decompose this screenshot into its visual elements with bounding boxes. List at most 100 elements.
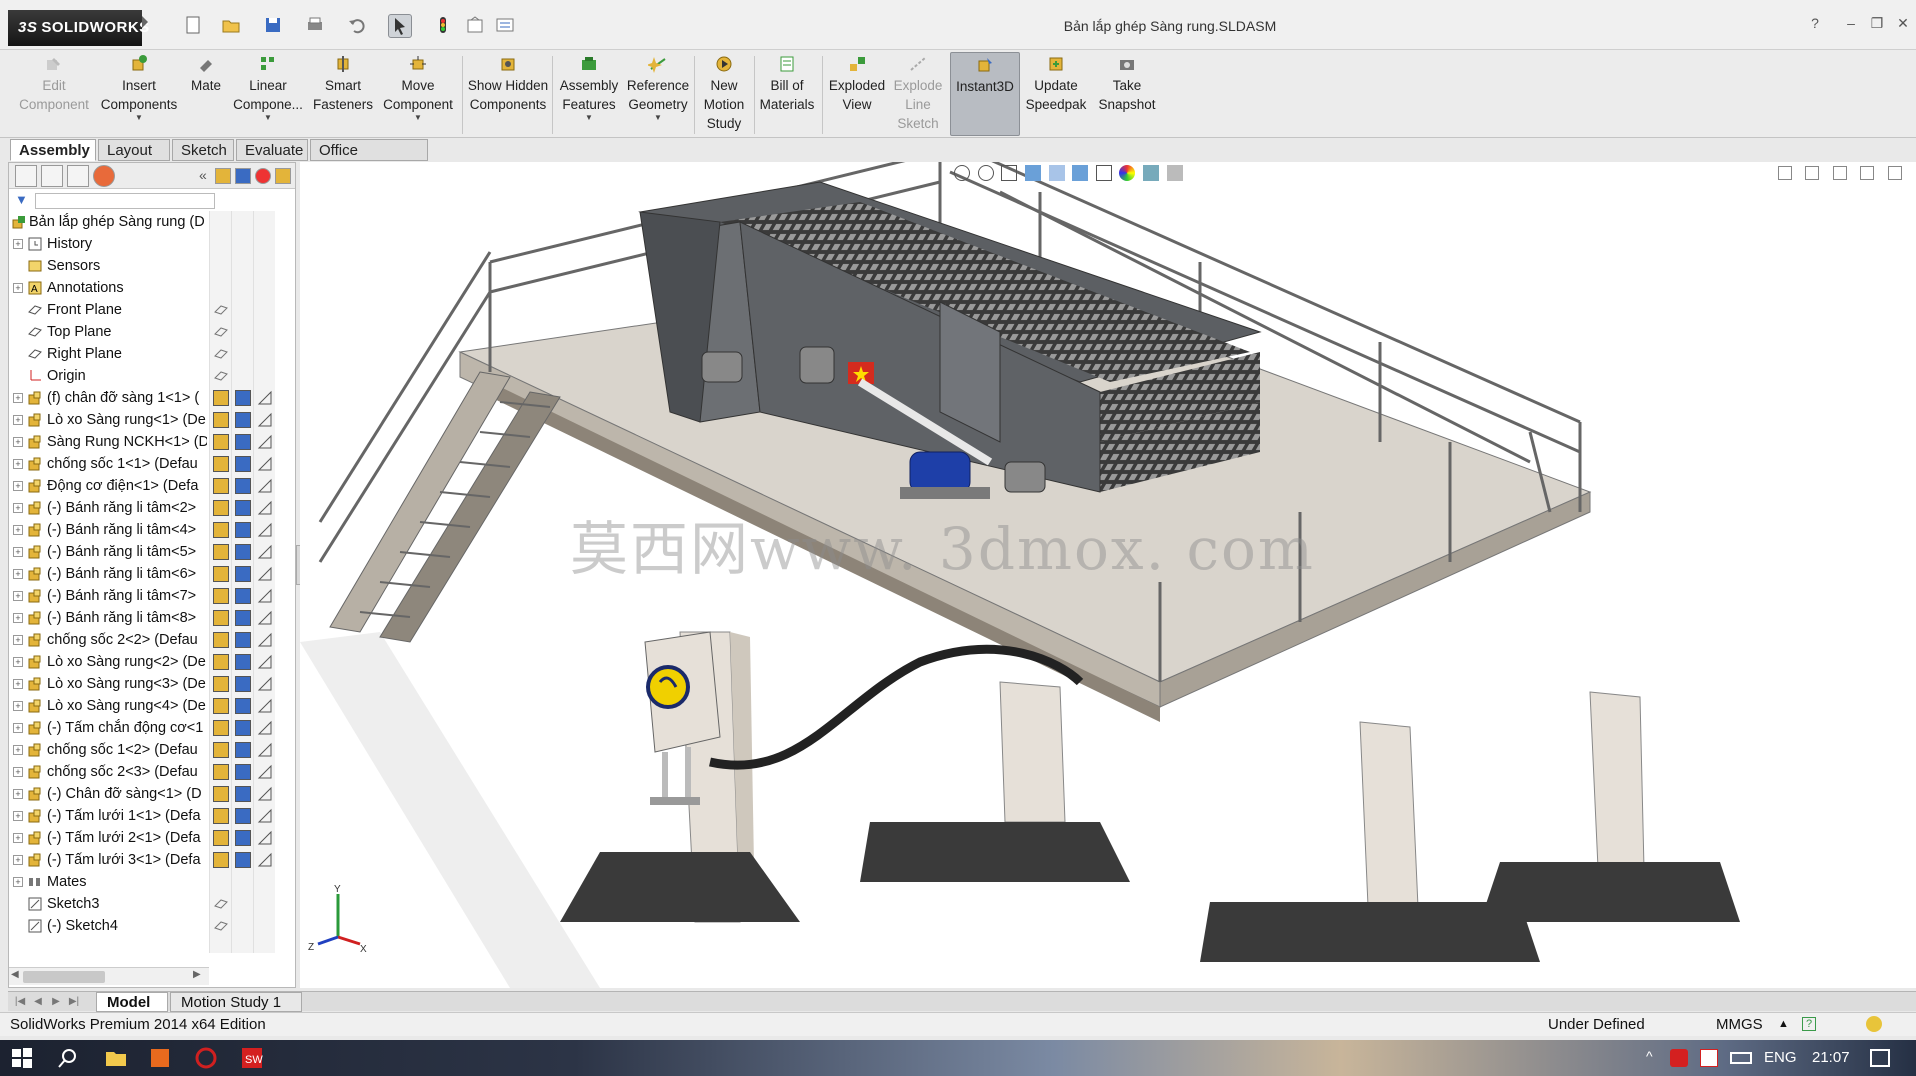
zoom-to-fit-icon[interactable] [954, 164, 970, 181]
undo-icon[interactable] [346, 14, 370, 38]
tree-item[interactable]: + (-) Bánh răng li tâm<5> [9, 541, 295, 563]
expand-icon[interactable]: + [13, 701, 23, 711]
display-state-icon[interactable] [235, 808, 251, 824]
office-app-icon[interactable] [148, 1046, 172, 1070]
expand-icon[interactable]: + [13, 437, 23, 447]
sketch-status-icon[interactable] [257, 786, 273, 802]
expand-icon[interactable]: + [13, 547, 23, 557]
antivirus-icon[interactable] [1670, 1049, 1688, 1067]
tab-evaluate[interactable]: Evaluate [236, 139, 308, 161]
display-state-icon[interactable] [235, 852, 251, 868]
save-icon[interactable] [262, 14, 286, 38]
exploded-view-button[interactable]: Exploded View [826, 52, 888, 136]
component-status-icon[interactable] [213, 764, 229, 780]
display-state-icon[interactable] [235, 456, 251, 472]
clock[interactable]: 21:07 [1812, 1049, 1850, 1066]
tree-item[interactable]: + Động cơ điện<1> (Defa [9, 475, 295, 497]
tree-item[interactable]: + History [9, 233, 295, 255]
expand-icon[interactable]: + [13, 723, 23, 733]
sketch-status-icon[interactable] [257, 830, 273, 846]
tree-item[interactable]: + chống sốc 1<2> (Defau [9, 739, 295, 761]
visibility-icon[interactable] [213, 918, 229, 934]
component-status-icon[interactable] [213, 390, 229, 406]
display-style-icon[interactable] [1072, 164, 1089, 181]
tree-item[interactable]: + (-) Bánh răng li tâm<8> [9, 607, 295, 629]
visibility-icon[interactable] [213, 324, 229, 340]
visibility-icon[interactable] [213, 346, 229, 362]
assembly-features-button[interactable]: Assembly Features ▼ [556, 52, 622, 136]
mate-button[interactable]: Mate [184, 52, 228, 136]
display-manager-tab-icon[interactable] [93, 165, 115, 187]
component-status-icon[interactable] [213, 808, 229, 824]
tree-root[interactable]: Bản lắp ghép Sàng rung (D [9, 211, 295, 233]
insert-components-button[interactable]: Insert Components ▼ [98, 52, 180, 136]
component-status-icon[interactable] [213, 434, 229, 450]
solidworks-logo[interactable]: 3S SOLIDWORKS [8, 10, 149, 46]
expand-icon[interactable]: + [13, 657, 23, 667]
component-status-icon[interactable] [213, 654, 229, 670]
display-state-icon[interactable] [235, 566, 251, 582]
sketch-status-icon[interactable] [257, 500, 273, 516]
tree-item[interactable]: + (-) Bánh răng li tâm<6> [9, 563, 295, 585]
sketch-status-icon[interactable] [257, 478, 273, 494]
sketch-status-icon[interactable] [257, 456, 273, 472]
component-status-icon[interactable] [213, 676, 229, 692]
next-tab-arrow-icon[interactable]: ▶ [48, 995, 64, 1009]
display-state-icon[interactable] [235, 654, 251, 670]
restore-button[interactable]: ❐ [1866, 12, 1888, 34]
notifications-icon[interactable] [1870, 1049, 1890, 1067]
component-status-icon[interactable] [213, 588, 229, 604]
sketch-status-icon[interactable] [257, 412, 273, 428]
tab-assembly[interactable]: Assembly [10, 139, 96, 161]
windows-start-icon[interactable] [10, 1046, 34, 1070]
component-status-icon[interactable] [213, 544, 229, 560]
tab-layout[interactable]: Layout [98, 139, 170, 161]
component-status-icon[interactable] [213, 478, 229, 494]
display-state-icon[interactable] [235, 434, 251, 450]
rebuild-icon[interactable] [432, 14, 456, 38]
minimize-button[interactable]: – [1840, 12, 1862, 34]
expand-icon[interactable]: + [13, 525, 23, 535]
expand-icon[interactable]: + [13, 811, 23, 821]
tree-item[interactable]: + Lò xo Sàng rung<4> (De [9, 695, 295, 717]
tree-item[interactable]: + (-) Bánh răng li tâm<7> [9, 585, 295, 607]
help-icon[interactable]: ? [1804, 12, 1826, 34]
options-icon[interactable] [494, 14, 518, 38]
expand-icon[interactable]: + [13, 635, 23, 645]
solidworks-taskbar-icon[interactable]: SW [240, 1046, 264, 1070]
sketch-status-icon[interactable] [257, 632, 273, 648]
tree-item[interactable]: + (-) Bánh răng li tâm<4> [9, 519, 295, 541]
tree-item[interactable]: Right Plane [9, 343, 295, 365]
component-status-icon[interactable] [213, 698, 229, 714]
expand-icon[interactable]: + [13, 415, 23, 425]
component-status-icon[interactable] [213, 522, 229, 538]
tab-motion-study[interactable]: Motion Study 1 [170, 992, 302, 1012]
display-state-icon[interactable] [235, 478, 251, 494]
component-status-icon[interactable] [213, 456, 229, 472]
sketch-status-icon[interactable] [257, 566, 273, 582]
previous-view-icon[interactable] [1001, 164, 1018, 181]
help-status-icon[interactable]: ? [1802, 1017, 1816, 1031]
expand-icon[interactable]: + [13, 833, 23, 843]
sketch-status-icon[interactable] [257, 434, 273, 450]
sketch-status-icon[interactable] [257, 676, 273, 692]
sketch-status-icon[interactable] [257, 522, 273, 538]
display-state-icon[interactable] [235, 698, 251, 714]
edit-component-button[interactable]: Edit Component [10, 52, 98, 136]
display-state-icon[interactable] [235, 632, 251, 648]
horizontal-scrollbar[interactable]: ◀ ▶ [9, 967, 209, 985]
display-state-icon[interactable] [235, 610, 251, 626]
viewport-tile-icon[interactable] [1777, 166, 1792, 180]
viewport-minimize-icon[interactable] [1832, 166, 1847, 180]
tree-item[interactable]: Origin [9, 365, 295, 387]
tree-item[interactable]: + Mates [9, 871, 295, 893]
sketch-status-icon[interactable] [257, 544, 273, 560]
component-status-icon[interactable] [213, 566, 229, 582]
tree-item[interactable]: + chống sốc 1<1> (Defau [9, 453, 295, 475]
expand-icon[interactable]: + [13, 855, 23, 865]
display-state-icon[interactable] [235, 588, 251, 604]
tree-option-icon[interactable] [215, 168, 231, 184]
filter-icon[interactable]: ▼ [15, 192, 28, 207]
expand-icon[interactable]: + [13, 569, 23, 579]
sketch-status-icon[interactable] [257, 764, 273, 780]
